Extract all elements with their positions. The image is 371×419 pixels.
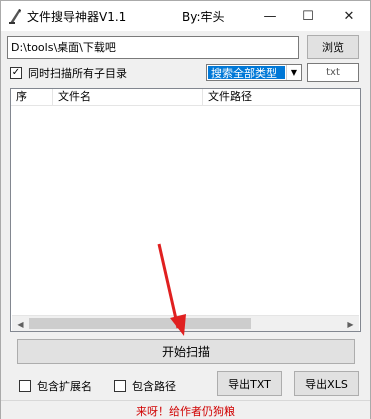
file-type-select[interactable]: 搜索全部类型 ▼	[206, 64, 302, 81]
app-window: 文件搜导神器V1.1 By:牢头 — ☐ ✕ D:\tools\桌面\下载吧 浏…	[0, 0, 371, 419]
column-header-filepath[interactable]: 文件路径	[203, 89, 360, 106]
include-path-label: 包含路径	[132, 380, 176, 393]
list-header: 序 文件名 文件路径	[11, 89, 360, 106]
include-ext-label: 包含扩展名	[37, 380, 92, 393]
horizontal-scrollbar[interactable]: ◀ ▶	[12, 315, 359, 331]
include-path-checkbox[interactable]	[114, 380, 126, 392]
scroll-thumb[interactable]	[29, 318, 251, 329]
extension-input[interactable]: txt	[307, 63, 359, 82]
title-bar[interactable]: 文件搜导神器V1.1 By:牢头 — ☐ ✕	[1, 1, 370, 31]
column-header-index[interactable]: 序	[11, 89, 53, 106]
include-path-option[interactable]: 包含路径	[114, 378, 176, 394]
results-list[interactable]: 序 文件名 文件路径 ◀ ▶	[10, 88, 361, 332]
close-button[interactable]: ✕	[334, 1, 364, 31]
quill-pen-icon	[7, 7, 23, 25]
status-bar: 来呀！给作者仍狗粮	[1, 400, 370, 419]
file-type-value: 搜索全部类型	[208, 66, 285, 79]
path-input[interactable]: D:\tools\桌面\下载吧	[7, 36, 299, 59]
export-txt-button[interactable]: 导出TXT	[217, 371, 282, 396]
minimize-button[interactable]: —	[255, 1, 285, 31]
subdirs-label: 同时扫描所有子目录	[28, 67, 127, 80]
window-author: By:牢头	[182, 10, 225, 24]
scroll-right-icon[interactable]: ▶	[342, 316, 359, 332]
include-ext-checkbox[interactable]	[19, 380, 31, 392]
window-title: 文件搜导神器V1.1	[27, 10, 127, 24]
chevron-down-icon[interactable]: ▼	[286, 65, 301, 80]
status-text: 来呀！给作者仍狗粮	[136, 405, 235, 418]
start-scan-button[interactable]: 开始扫描	[17, 339, 355, 364]
export-xls-button[interactable]: 导出XLS	[294, 371, 359, 396]
scroll-left-icon[interactable]: ◀	[12, 316, 29, 332]
include-ext-option[interactable]: 包含扩展名	[19, 378, 92, 394]
subdirs-checkbox[interactable]: ✓	[10, 67, 22, 79]
browse-button[interactable]: 浏览	[307, 35, 359, 59]
subdirs-option[interactable]: ✓ 同时扫描所有子目录	[10, 65, 127, 81]
maximize-button[interactable]: ☐	[293, 1, 323, 31]
column-header-filename[interactable]: 文件名	[53, 89, 203, 106]
